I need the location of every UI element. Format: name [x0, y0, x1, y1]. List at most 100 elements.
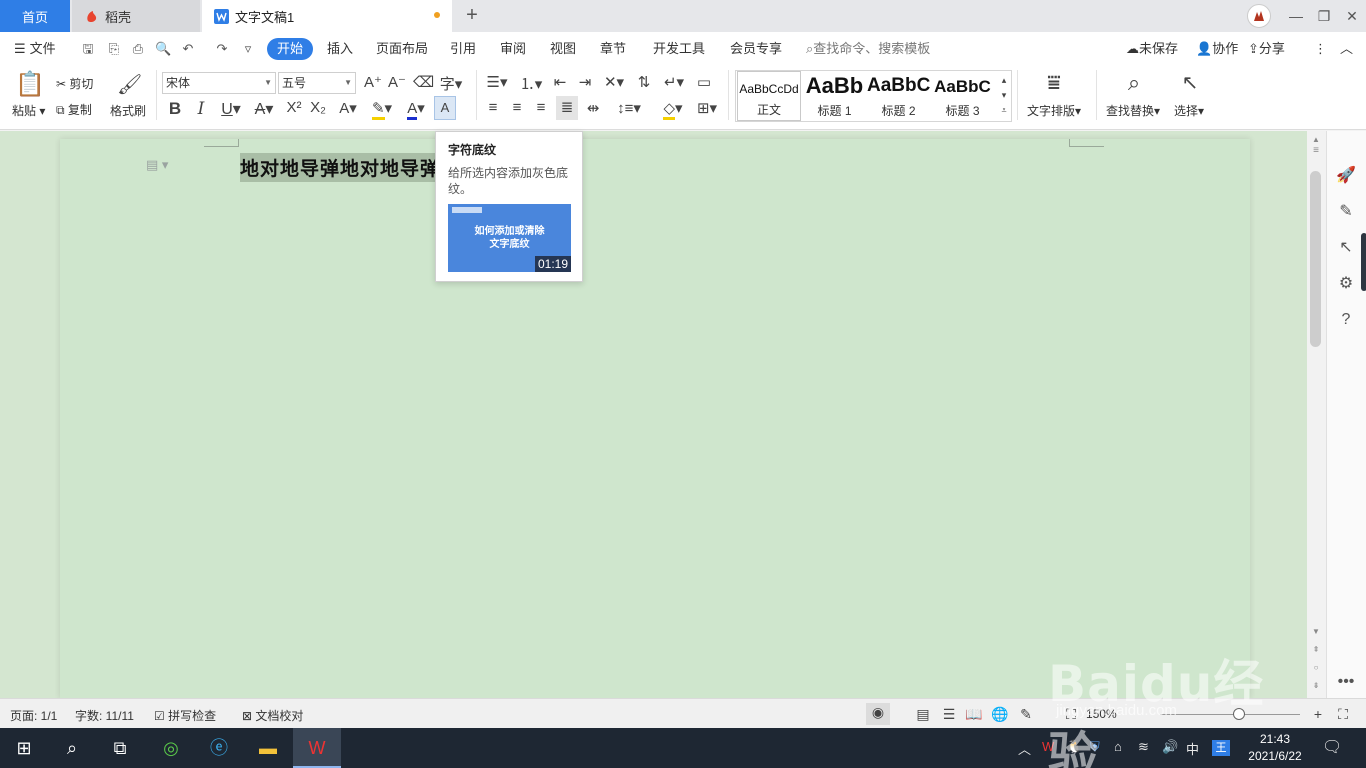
phonetic-guide-icon[interactable]: 字▾	[438, 73, 464, 94]
web-view-icon[interactable]: 🌐	[991, 705, 1009, 723]
decrease-indent-icon[interactable]: ⇤	[550, 73, 570, 91]
copy-button[interactable]: ⧉ 复制	[56, 101, 92, 118]
increase-indent-icon[interactable]: ⇥	[575, 73, 595, 91]
tab-home[interactable]: 首页	[0, 0, 70, 32]
clear-format-icon[interactable]: ⌫	[413, 73, 434, 91]
taskbar-search-icon[interactable]: ⌕	[58, 734, 86, 762]
style-heading-1[interactable]: AaBb 标题 1	[803, 71, 866, 121]
italic-icon[interactable]: I	[192, 99, 210, 119]
file-explorer-icon[interactable]: ▬	[254, 734, 282, 762]
notification-center-icon[interactable]: 🗨	[1322, 737, 1342, 757]
redo-icon[interactable]: ↷	[214, 42, 230, 56]
tooltip-video-thumbnail[interactable]: 如何添加或清除 文字底纹 01:19	[448, 204, 571, 272]
menu-tab-view[interactable]: 视图	[550, 40, 576, 58]
read-mode-icon[interactable]: 📖	[965, 705, 983, 723]
spell-check-button[interactable]: ☑ 拼写检查	[154, 707, 216, 724]
print-preview-icon[interactable]: 🔍	[155, 42, 171, 56]
line-spacing-icon[interactable]: ↕≡▾	[614, 99, 644, 117]
save-icon[interactable]: 🖫	[80, 42, 96, 56]
table-tab-icon[interactable]: ▭	[694, 73, 714, 91]
shrink-font-icon[interactable]: A⁻	[388, 73, 406, 91]
new-tab-button[interactable]: +	[462, 4, 482, 26]
text-effect-icon[interactable]: A▾	[334, 99, 362, 117]
tray-expand-icon[interactable]: ︿	[1018, 739, 1031, 758]
pen-icon[interactable]: ✎	[1335, 201, 1357, 223]
underline-icon[interactable]: U▾	[216, 99, 246, 119]
paragraph-handle-icon[interactable]: ▤ ▾	[146, 157, 168, 173]
windows-start-icon[interactable]: ⊞	[10, 734, 38, 762]
word-count[interactable]: 字数: 11/11	[75, 707, 134, 724]
tray-security-icon[interactable]: ⛨	[1090, 739, 1100, 755]
tray-input-method-icon[interactable]: 王	[1212, 740, 1230, 756]
subscript-icon[interactable]: X₂	[308, 99, 328, 116]
scroll-top-icon[interactable]: ≡	[1311, 145, 1321, 156]
zoom-in-icon[interactable]: +	[1309, 705, 1327, 723]
scroll-up-icon[interactable]: ▲	[1311, 135, 1321, 144]
vertical-scrollbar[interactable]: ▲ ≡ ▼ ⇞ ○ ⇟	[1307, 131, 1326, 698]
style-heading-2[interactable]: AaBbC 标题 2	[867, 71, 930, 121]
export-icon[interactable]: ⎘	[106, 42, 122, 56]
command-search[interactable]: ⌕查找命令、搜索模板	[806, 40, 930, 58]
menu-tab-developer[interactable]: 开发工具	[653, 40, 705, 58]
shading-fill-icon[interactable]: ◇▾	[658, 99, 688, 120]
zoom-slider-thumb[interactable]	[1233, 708, 1245, 720]
align-center-icon[interactable]: ≡	[508, 99, 526, 116]
menu-tab-page-layout[interactable]: 页面布局	[376, 40, 428, 58]
file-menu[interactable]: ☰ 文件	[14, 40, 56, 58]
pointer-icon[interactable]: ↖	[1335, 237, 1357, 259]
scroll-down-icon[interactable]: ▼	[1311, 627, 1321, 636]
menu-tab-start[interactable]: 开始	[267, 38, 314, 60]
undo-icon[interactable]: ↶	[180, 42, 196, 56]
text-layout-icon[interactable]: ⩸	[1040, 70, 1068, 98]
settings-sliders-icon[interactable]: ⚙	[1335, 273, 1357, 295]
print-icon[interactable]: ⎙	[130, 42, 146, 56]
tray-qq-icon[interactable]: 🐧	[1066, 739, 1082, 755]
tab-document[interactable]: 文字文稿1	[202, 0, 452, 32]
menu-tab-references[interactable]: 引用	[450, 40, 476, 58]
tray-volume-icon[interactable]: 🔊	[1162, 739, 1178, 755]
format-painter-icon[interactable]: 🖌	[117, 72, 142, 98]
share-button[interactable]: ⇪分享	[1248, 40, 1285, 58]
font-size-select[interactable]: 五号 ▼	[278, 72, 356, 94]
rocket-icon[interactable]: 🚀	[1335, 165, 1357, 187]
tray-network-device-icon[interactable]: ⌂	[1114, 739, 1122, 754]
avatar[interactable]	[1247, 4, 1271, 28]
align-left-icon[interactable]: ≡	[484, 99, 502, 116]
fullscreen-icon[interactable]: ⛶	[1334, 705, 1352, 723]
tray-ime[interactable]: 中	[1186, 739, 1199, 758]
show-marks-icon[interactable]: ↵▾	[660, 73, 688, 91]
distribute-icon[interactable]: ⇹	[584, 99, 602, 117]
close-button[interactable]: ✕	[1336, 0, 1366, 32]
fit-page-icon[interactable]: ⛶	[1062, 705, 1080, 723]
ie-browser-icon[interactable]: ⓔ	[205, 734, 233, 762]
justify-icon[interactable]: ≣	[556, 96, 578, 120]
borders-icon[interactable]: ⊞▾	[694, 99, 720, 117]
character-shading-icon[interactable]: A	[434, 96, 456, 120]
menu-tab-review[interactable]: 审阅	[500, 40, 526, 58]
tray-wifi-icon[interactable]: ≋	[1138, 739, 1149, 755]
sort-icon[interactable]: ⇅	[634, 73, 654, 91]
tray-wps-icon[interactable]: W	[1042, 739, 1054, 754]
page-count[interactable]: 页面: 1/1	[10, 707, 57, 724]
bold-icon[interactable]: B	[166, 99, 184, 119]
more-menu-icon[interactable]: ⋮	[1314, 40, 1327, 58]
paste-icon[interactable]: 📋	[15, 70, 45, 98]
font-color-icon[interactable]: A▾	[402, 99, 430, 120]
superscript-icon[interactable]: X²	[284, 99, 304, 116]
chinese-layout-icon[interactable]: ✕▾	[600, 73, 628, 91]
menu-tab-chapter[interactable]: 章节	[600, 40, 626, 58]
find-replace-icon[interactable]: ⌕	[1120, 70, 1148, 98]
styles-scroll-icon[interactable]: ▴ ▾ ⩡	[998, 73, 1010, 118]
font-name-select[interactable]: 宋体 ▼	[162, 72, 276, 94]
collapse-ribbon-icon[interactable]: ︿	[1340, 40, 1353, 58]
style-heading-3[interactable]: AaBbC 标题 3	[931, 71, 994, 121]
select-cursor-icon[interactable]: ↖	[1178, 70, 1202, 98]
browse-object-icon[interactable]: ○	[1311, 663, 1321, 672]
taskbar-clock[interactable]: 21:43 2021/6/22	[1240, 731, 1310, 765]
more-icon[interactable]: •••	[1335, 671, 1357, 693]
scrollbar-thumb[interactable]	[1310, 171, 1321, 347]
unsaved-status[interactable]: ☁未保存	[1126, 40, 1178, 58]
document-text[interactable]: 地对地导弹地对地导弹	[240, 153, 441, 182]
help-icon[interactable]: ?	[1335, 309, 1357, 331]
wps-office-icon[interactable]: W	[303, 734, 331, 762]
